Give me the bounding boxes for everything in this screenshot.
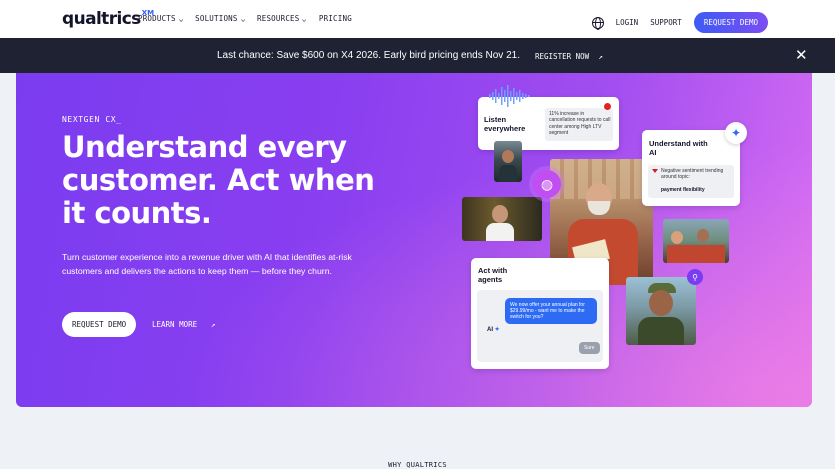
banner-text: Last chance: Save $600 on X4 2026. Early… [217,50,520,61]
understand-insight-title: Negative sentiment trending around topic… [661,168,724,181]
act-title: Act with agents [478,266,508,284]
menu-products[interactable]: PRODUCTS ⌄ [138,14,184,23]
soundwave-icon [489,85,530,107]
promo-banner: Last chance: Save $600 on X4 2026. Early… [0,38,835,73]
agent-message: We now offer your annual plan for $29.99… [505,298,597,324]
act-card: Act with agents We now offer your annual… [471,258,609,369]
login-link[interactable]: LOGIN [616,18,639,27]
understand-card: Understand with AI Negative sentiment tr… [642,130,740,206]
ai-globe-icon: ◍ [533,170,561,198]
ai-label: AI ✦ [487,327,500,333]
listen-insight-box: 11% increase in cancellation requests to… [545,108,613,141]
close-icon[interactable]: ✕ [795,46,808,64]
globe-icon[interactable] [591,16,604,30]
top-nav: qualtricsXM PRODUCTS ⌄ SOLUTIONS ⌄ RESOURC… [0,0,835,38]
customer-photo [494,141,522,182]
arrow-up-right-icon: ↗ [210,320,216,329]
chevron-down-icon: ⌄ [301,14,308,23]
customer-photo [663,219,729,263]
hero-subtext: Turn customer experience into a revenue … [62,252,352,276]
hero-request-demo-button[interactable]: REQUEST DEMO [62,312,137,337]
sparkle-icon: ✦ [494,327,500,333]
hero-headline: Understand every customer. Act when it c… [62,130,375,230]
nav-actions: LOGIN SUPPORT REQUEST DEMO [591,12,768,33]
menu-resources[interactable]: RESOURCES ⌄ [257,14,307,23]
hero-eyebrow: NEXTGEN CX_ [62,115,122,124]
listen-title: Listen everywhere [484,115,526,133]
listen-insight: 11% increase in cancellation requests to… [549,111,611,136]
customer-photo [462,197,542,241]
cycling-icon: ⚲ [687,269,703,285]
arrow-up-right-icon: ↗ [598,52,603,61]
menu-pricing[interactable]: PRICING [319,14,352,23]
register-now-link[interactable]: REGISTER NOW ↗ [535,52,603,61]
trend-down-icon [652,169,658,173]
chevron-down-icon: ⌄ [178,14,184,23]
support-link[interactable]: SUPPORT [650,18,682,27]
menu-solutions[interactable]: SOLUTIONS ⌄ [195,14,245,23]
hero-section: NEXTGEN CX_ Understand every customer. A… [16,73,812,407]
why-qualtrics-heading: WHY QUALTRICS [388,461,447,469]
learn-more-link[interactable]: LEARN MORE ↗ [152,320,215,329]
sparkle-icon: ✦ [725,122,747,144]
main-menu: PRODUCTS ⌄ SOLUTIONS ⌄ RESOURCES ⌄ PRICING [138,14,352,23]
alert-icon [604,103,611,110]
understand-insight-topic: payment flexibility [661,187,705,193]
customer-reply: Sure [579,342,600,354]
customer-photo [626,277,696,345]
understand-title: Understand with AI [649,139,708,157]
chevron-down-icon: ⌄ [239,14,246,23]
understand-insight-box: Negative sentiment trending around topic… [648,165,734,198]
request-demo-button[interactable]: REQUEST DEMO [693,12,768,33]
chat-panel: We now offer your annual plan for $29.99… [477,290,603,362]
